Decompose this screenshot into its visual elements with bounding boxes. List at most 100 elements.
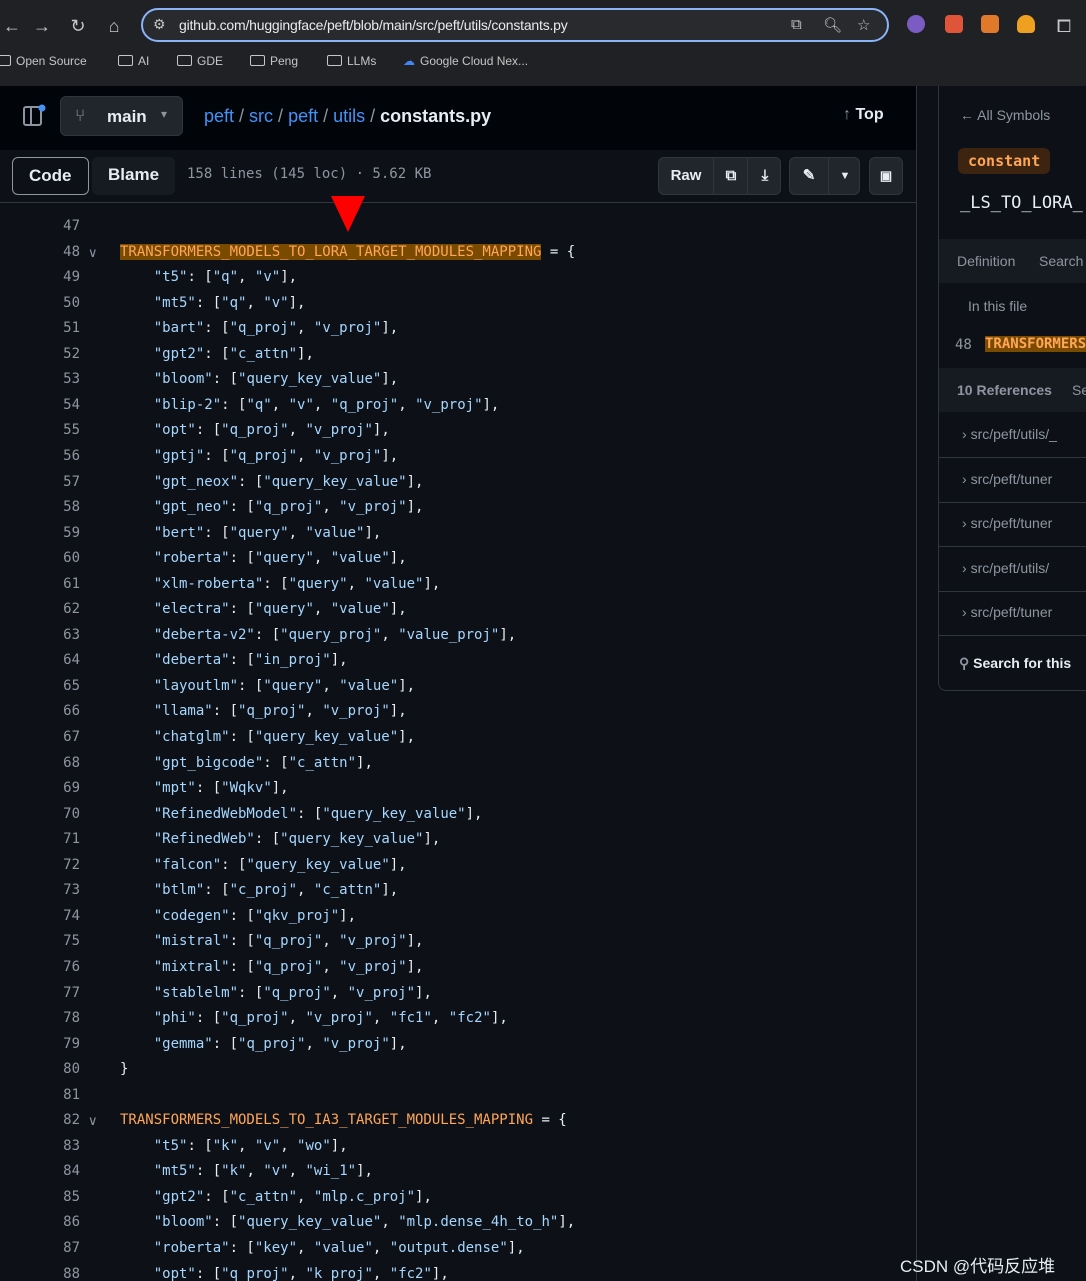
line-number[interactable]: 63 [0,627,80,643]
tab-code[interactable]: Code [12,157,89,195]
edit-pencil-icon[interactable]: ✎ [790,158,828,194]
line-number[interactable]: 88 [0,1266,80,1281]
reference-item[interactable]: › src/peft/tuner [962,604,1052,620]
extensions-puzzle-icon[interactable]: ⧠ [1052,14,1076,38]
bookmark-peng[interactable]: Peng [250,54,298,68]
breadcrumb-link[interactable]: src [249,106,273,126]
reference-item[interactable]: › src/peft/utils/_ [962,426,1057,442]
tab-search[interactable]: Search [1039,253,1083,269]
line-number[interactable]: 61 [0,576,80,592]
line-number[interactable]: 64 [0,652,80,668]
line-number[interactable]: 59 [0,525,80,541]
line-number[interactable]: 55 [0,422,80,438]
definition-link[interactable]: TRANSFORMERS_ [985,336,1086,352]
back-icon[interactable]: ← [0,14,24,38]
symbols-toggle-button[interactable]: ▣ [869,157,903,195]
line-number[interactable]: 84 [0,1163,80,1179]
line-number[interactable]: 72 [0,857,80,873]
reload-icon[interactable]: ↻ [66,14,90,38]
line-number[interactable]: 65 [0,678,80,694]
branch-selector[interactable]: ⑂ main ▾ [60,96,183,136]
tab-definition[interactable]: Definition [957,253,1015,269]
bookmark-gde[interactable]: GDE [177,54,223,68]
install-app-icon[interactable]: ⧉ [791,16,802,33]
site-settings-icon[interactable]: ⚙ [153,16,166,33]
fold-chevron-icon[interactable]: ∨ [88,1113,98,1129]
extension-icon[interactable] [907,15,925,33]
tab-blame[interactable]: Blame [92,157,176,195]
forward-icon[interactable]: → [30,14,54,38]
chevron-down-icon[interactable]: ▼ [828,158,861,194]
line-number[interactable]: 74 [0,908,80,924]
line-number[interactable]: 57 [0,474,80,490]
line-number[interactable]: 77 [0,985,80,1001]
download-icon[interactable]: ⤓ [747,158,782,194]
line-number[interactable]: 75 [0,933,80,949]
line-number[interactable]: 76 [0,959,80,975]
code-token: ], [482,396,500,413]
line-number[interactable]: 66 [0,703,80,719]
sidebar-toggle-icon[interactable] [22,104,46,128]
bookmark-google-cloud[interactable]: ☁ Google Cloud Nex... [403,54,528,68]
line-number[interactable]: 49 [0,269,80,285]
line-number[interactable]: 50 [0,295,80,311]
code-line: "gpt_bigcode": ["c_attn"], [120,755,373,771]
line-number[interactable]: 83 [0,1138,80,1154]
line-number[interactable]: 80 [0,1061,80,1077]
line-number[interactable]: 52 [0,346,80,362]
line-number[interactable]: 62 [0,601,80,617]
line-number[interactable]: 68 [0,755,80,771]
line-number[interactable]: 81 [0,1087,80,1103]
breadcrumb-link[interactable]: peft [288,106,318,126]
address-bar[interactable]: ⚙ github.com/huggingface/peft/blob/main/… [141,8,889,42]
extension-icon[interactable] [1017,15,1035,33]
all-symbols-link[interactable]: ← All Symbols [960,107,1050,123]
bookmark-llms[interactable]: LLMs [327,54,376,68]
code-token: "q_proj" [229,447,298,464]
line-number[interactable]: 58 [0,499,80,515]
line-number[interactable]: 54 [0,397,80,413]
code-view[interactable]: 47 48 ∨ TRANSFORMERS_MODELS_TO_LORA_TARGET_… [0,203,916,1281]
references-search[interactable]: Se [1072,382,1086,398]
bookmark-ai[interactable]: AI [118,54,149,68]
code-token: "q_proj" [238,703,306,720]
line-number[interactable]: 69 [0,780,80,796]
url-text[interactable]: github.com/huggingface/peft/blob/main/sr… [179,17,568,33]
line-number[interactable]: 60 [0,550,80,566]
line-number[interactable]: 78 [0,1010,80,1026]
line-number[interactable]: 48 [0,244,80,260]
line-number[interactable]: 79 [0,1036,80,1052]
breadcrumb-link[interactable]: peft [204,106,234,126]
bookmark-open-source[interactable]: Open Source [0,54,87,68]
code-token: ], [372,422,390,439]
line-number[interactable]: 71 [0,831,80,847]
line-number[interactable]: 85 [0,1189,80,1205]
extension-icon[interactable] [981,15,999,33]
code-line: "mt5": ["k", "v", "wi_1"], [120,1163,373,1179]
line-number[interactable]: 56 [0,448,80,464]
line-number[interactable]: 47 [0,218,80,234]
breadcrumb-link[interactable]: utils [333,106,365,126]
line-number[interactable]: 73 [0,882,80,898]
line-number[interactable]: 86 [0,1214,80,1230]
line-number[interactable]: 67 [0,729,80,745]
raw-button[interactable]: Raw [659,158,713,194]
fold-chevron-icon[interactable]: ∨ [88,245,98,261]
search-symbol-button[interactable]: ⚲ Search for this [959,655,1071,672]
line-number[interactable]: 82 [0,1112,80,1128]
bookmark-star-icon[interactable]: ☆ [857,16,870,34]
line-number[interactable]: 70 [0,806,80,822]
reference-item[interactable]: › src/peft/tuner [962,515,1052,531]
zoom-icon[interactable]: 🔍︎ [823,16,842,34]
scroll-top-button[interactable]: ↑ Top [843,106,884,124]
reference-item[interactable]: › src/peft/tuner [962,471,1052,487]
line-number[interactable]: 87 [0,1240,80,1256]
reference-item[interactable]: › src/peft/utils/ [962,560,1049,576]
code-line: "RefinedWebModel": ["query_key_value"], [120,806,483,822]
copy-icon[interactable]: ⧉ [713,158,748,194]
line-number[interactable]: 53 [0,371,80,387]
extension-icon[interactable] [945,15,963,33]
line-number[interactable]: 51 [0,320,80,336]
home-icon[interactable]: ⌂ [102,14,126,38]
